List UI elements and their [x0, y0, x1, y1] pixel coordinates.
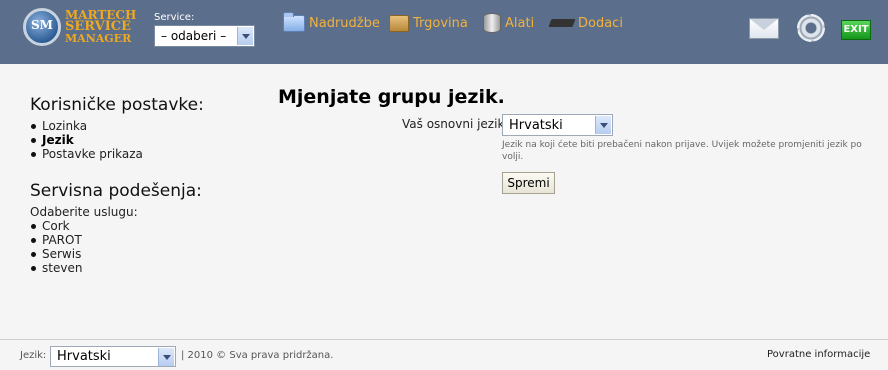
- service-item-serwis[interactable]: Serwis: [30, 247, 82, 261]
- logo-badge-text: SM: [31, 18, 53, 32]
- database-icon: [483, 13, 501, 33]
- top-header: SM MARTECH SERVICE MANAGER Service: – od…: [0, 0, 888, 64]
- chip-icon: [548, 19, 576, 27]
- language-select[interactable]: Hrvatski: [502, 114, 613, 136]
- footer-language-value: Hrvatski: [57, 349, 111, 364]
- logo-line-3: MANAGER: [65, 32, 132, 45]
- folder-icon: [283, 11, 305, 32]
- nav-addons[interactable]: Dodaci: [548, 12, 623, 34]
- footer: Jezik: Hrvatski | 2010 © Sva prava pridr…: [0, 339, 888, 370]
- feedback-link[interactable]: Povratne informacije: [767, 349, 870, 360]
- language-label: Vaš osnovni jezik:: [402, 117, 509, 131]
- sidebar-item-display-settings[interactable]: Postavke prikaza: [30, 147, 143, 161]
- gear-icon[interactable]: [797, 14, 825, 42]
- user-settings-title: Korisničke postavke:: [30, 95, 204, 115]
- box-icon: [389, 14, 409, 32]
- nav-shop[interactable]: Trgovina: [389, 12, 468, 34]
- nav-orders[interactable]: Nadrudžbe: [283, 11, 380, 34]
- service-item-cork[interactable]: Cork: [30, 219, 82, 233]
- sidebar-item-language[interactable]: Jezik: [30, 133, 143, 147]
- nav-tools-label: Alati: [505, 15, 535, 31]
- nav-addons-label: Dodaci: [578, 15, 623, 31]
- nav-orders-label: Nadrudžbe: [309, 15, 380, 31]
- nav-tools[interactable]: Alati: [483, 12, 534, 34]
- service-settings-title: Servisna podešenja:: [30, 181, 202, 201]
- choose-service-label: Odaberite uslugu:: [30, 205, 138, 219]
- app-logo[interactable]: SM MARTECH SERVICE MANAGER: [23, 8, 136, 50]
- exit-icon[interactable]: EXIT: [841, 20, 871, 40]
- footer-language-label: Jezik:: [20, 350, 47, 361]
- user-settings-menu: Lozinka Jezik Postavke prikaza: [30, 119, 143, 161]
- service-list: Cork PAROT Serwis steven: [30, 219, 82, 275]
- service-item-parot[interactable]: PAROT: [30, 233, 82, 247]
- chevron-down-icon[interactable]: [237, 27, 253, 45]
- footer-language-select[interactable]: Hrvatski: [50, 346, 176, 367]
- language-help-text: Jezik na koji ćete biti prebačeni nakon …: [502, 140, 862, 162]
- page-title: Mjenjate grupu jezik.: [278, 86, 505, 108]
- service-select[interactable]: – odaberi –: [154, 25, 255, 47]
- mail-icon[interactable]: [749, 18, 779, 39]
- language-select-value: Hrvatski: [509, 118, 563, 133]
- chevron-down-icon[interactable]: [595, 116, 611, 134]
- service-label: Service:: [154, 12, 195, 23]
- chevron-down-icon[interactable]: [158, 348, 174, 366]
- service-select-value: – odaberi –: [161, 29, 227, 43]
- save-button[interactable]: Spremi: [502, 172, 555, 194]
- nav-shop-label: Trgovina: [413, 15, 468, 31]
- service-item-steven[interactable]: steven: [30, 261, 82, 275]
- sidebar-item-password[interactable]: Lozinka: [30, 119, 143, 133]
- footer-copyright: | 2010 © Sva prava pridržana.: [181, 350, 334, 361]
- logo-wordmark: MARTECH SERVICE MANAGER: [65, 9, 136, 45]
